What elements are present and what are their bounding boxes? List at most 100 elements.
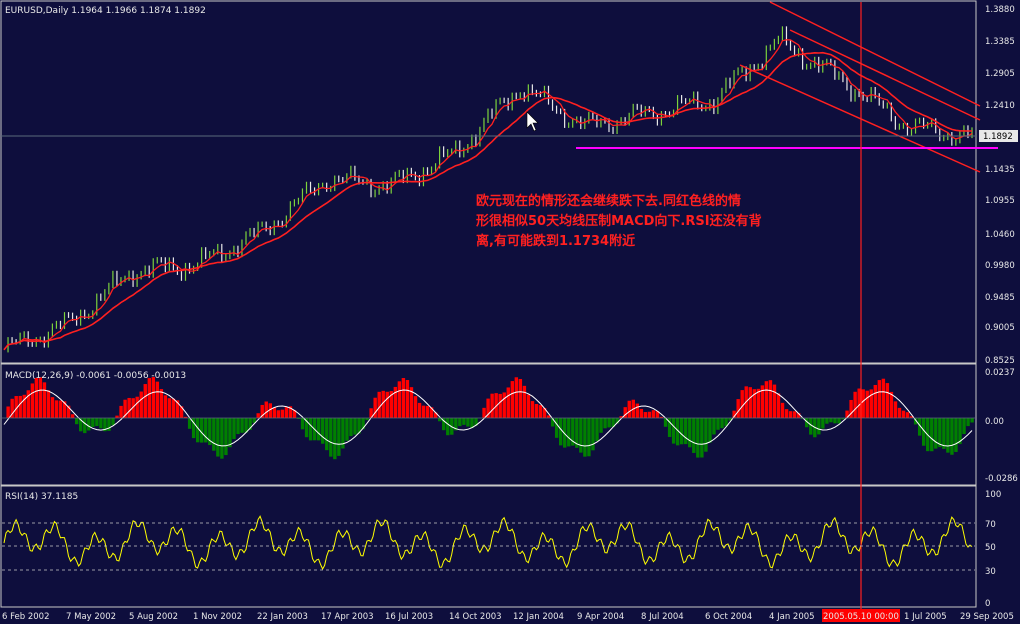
chart-window: EURUSD,Daily 1.1964 1.1966 1.1874 1.1892…	[0, 0, 1020, 624]
macd-bar	[321, 418, 325, 444]
macd-bar	[567, 418, 571, 447]
macd-bar	[966, 418, 970, 427]
macd-bar	[877, 380, 882, 418]
macd-bar	[240, 418, 244, 433]
macd-bar	[87, 418, 91, 431]
time-axis-label: 5 Aug 2002	[129, 612, 178, 622]
macd-bar	[308, 418, 313, 441]
macd-bar	[46, 390, 51, 418]
rsi-panel-frame	[0, 485, 977, 608]
macd-bar	[159, 389, 164, 418]
macd-bar	[127, 397, 131, 418]
macd-bar	[704, 418, 708, 452]
macd-bar	[490, 393, 494, 418]
macd-bar	[712, 418, 716, 435]
macd-bar	[534, 403, 539, 418]
macd-tick-label: 0.00	[985, 417, 1004, 427]
macd-bar	[708, 418, 712, 443]
macd-bar	[680, 418, 684, 445]
middle-trend-line	[789, 29, 981, 121]
macd-bar	[446, 418, 450, 436]
macd-bar	[95, 418, 99, 427]
macd-bar	[720, 418, 724, 429]
macd-tick-label: 0.0237	[985, 368, 1015, 378]
macd-bar	[300, 418, 305, 430]
macd-bar	[647, 411, 652, 418]
macd-bar	[934, 418, 938, 449]
macd-bar	[401, 378, 406, 418]
macd-bar	[482, 407, 486, 418]
macd-bar	[788, 411, 793, 418]
macd-bar	[962, 418, 966, 435]
macd-bar	[587, 418, 591, 457]
macd-bar	[865, 390, 869, 418]
price-tick-label: 1.0460	[985, 230, 1015, 240]
macd-bar	[950, 418, 954, 455]
macd-bar	[167, 398, 172, 418]
macd-bar	[276, 410, 281, 418]
macd-bar	[264, 401, 268, 418]
price-series	[3, 26, 973, 353]
macd-bar	[284, 407, 289, 418]
macd-bar	[881, 378, 886, 418]
macd-bar	[462, 418, 466, 425]
macd-bar	[821, 418, 825, 429]
time-axis-label: 17 Apr 2003	[321, 612, 374, 622]
macd-bar	[220, 418, 224, 459]
price-panel-header: EURUSD,Daily 1.1964 1.1966 1.1874 1.1892	[5, 6, 206, 16]
macd-bar	[196, 418, 200, 443]
macd-bar	[825, 418, 829, 424]
macd-bar	[413, 396, 418, 418]
macd-bar	[853, 391, 857, 418]
macd-bar	[901, 410, 906, 418]
macd-bar	[147, 378, 151, 418]
macd-bar	[970, 418, 974, 423]
macd-bar	[216, 418, 220, 457]
macd-bar	[603, 418, 607, 429]
macd-bar	[272, 407, 277, 418]
macd-bar	[792, 411, 797, 418]
macd-histogram	[2, 377, 975, 460]
macd-bar	[764, 381, 769, 418]
macd-bar	[780, 402, 785, 418]
macd-bar	[135, 396, 139, 418]
macd-bar	[345, 418, 349, 441]
annotation-line-3: 离,有可能跌到1.1734附近	[476, 233, 635, 249]
macd-bar	[938, 418, 942, 448]
macd-bar	[91, 418, 95, 428]
macd-bar	[776, 393, 781, 418]
macd-bar	[809, 418, 813, 435]
last-price-label: 1.1892	[983, 132, 1013, 142]
macd-bar	[30, 383, 35, 418]
time-axis-label: 1 Jul 2005	[904, 612, 947, 622]
rsi-panel-header: RSI(14) 37.1185	[5, 492, 78, 502]
macd-bar	[530, 401, 535, 418]
macd-bar	[554, 418, 559, 438]
macd-bar	[405, 380, 410, 418]
macd-bar	[163, 395, 168, 418]
macd-panel-header: MACD(12,26,9) -0.0061 -0.0056 -0.0013	[5, 371, 186, 381]
price-tick-label: 1.2905	[985, 69, 1015, 79]
price-tick-label: 0.8525	[985, 356, 1015, 366]
macd-bar	[280, 409, 285, 418]
lower-trend-line	[739, 64, 981, 173]
rsi-series	[3, 515, 973, 571]
macd-bar	[329, 418, 333, 457]
macd-bar	[748, 387, 752, 418]
macd-bar	[635, 403, 640, 418]
time-axis-label: 8 Jul 2004	[641, 612, 684, 622]
time-axis-label: 1 Nov 2002	[193, 612, 242, 622]
macd-bar	[111, 418, 115, 426]
rsi-tick-label: 30	[985, 567, 996, 577]
price-tick-label: 1.3385	[985, 37, 1015, 47]
macd-bar	[768, 380, 773, 418]
macd-bar	[54, 400, 59, 418]
macd-bar	[151, 377, 156, 418]
macd-bar	[930, 418, 934, 452]
macd-bar	[99, 418, 103, 429]
macd-bar	[466, 418, 470, 427]
price-panel-frame	[0, 0, 977, 364]
macd-bar	[579, 418, 583, 453]
time-axis-label: 6 Oct 2004	[705, 612, 752, 622]
chart-canvas[interactable]: EURUSD,Daily 1.1964 1.1966 1.1874 1.1892…	[0, 0, 1020, 624]
